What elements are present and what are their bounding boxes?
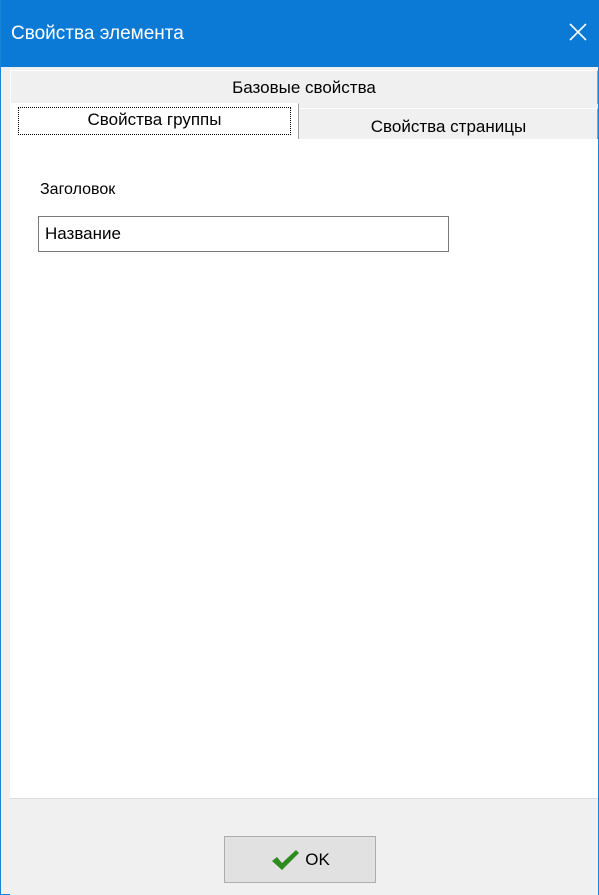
header-field-input[interactable] xyxy=(38,216,449,252)
dialog-footer: OK xyxy=(10,798,598,895)
close-button[interactable] xyxy=(556,9,599,53)
ok-button[interactable]: OK xyxy=(224,836,376,883)
check-icon xyxy=(272,849,300,870)
title-bar: Свойства элемента xyxy=(1,0,599,67)
tab-content-panel: Заголовок xyxy=(10,139,598,798)
ok-button-label: OK xyxy=(305,849,330,869)
header-field-label: Заголовок xyxy=(40,181,116,198)
window-title: Свойства элемента xyxy=(11,23,184,44)
tab-group-label: Свойства группы xyxy=(18,107,291,135)
tab-base-properties[interactable]: Базовые свойства xyxy=(10,70,598,104)
close-icon xyxy=(569,23,587,41)
dialog-window: Свойства элемента Базовые свойства Свойс… xyxy=(0,0,599,895)
tab-strip: Базовые свойства Свойства группы Свойств… xyxy=(1,67,598,139)
tab-group-properties[interactable]: Свойства группы xyxy=(10,103,299,139)
tab-page-properties[interactable]: Свойства страницы xyxy=(300,108,598,139)
